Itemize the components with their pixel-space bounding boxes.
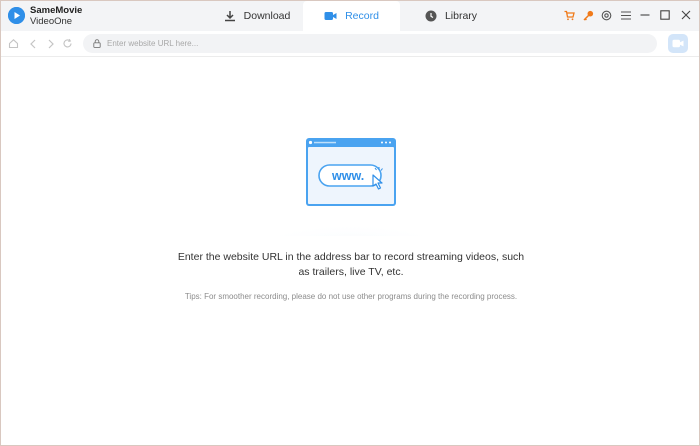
clock-icon — [425, 10, 437, 22]
app-logo-icon — [8, 7, 25, 24]
key-icon[interactable] — [581, 8, 595, 22]
app-name: SameMovie VideoOne — [30, 5, 82, 27]
record-illustration: www. — [251, 131, 451, 259]
app-name-subtitle: VideoOne — [30, 16, 73, 27]
tab-library[interactable]: Library — [411, 1, 491, 31]
tips-text: Tips: For smoother recording, please do … — [184, 292, 518, 301]
download-icon — [224, 10, 236, 22]
url-input[interactable] — [107, 39, 607, 48]
url-bar[interactable] — [83, 34, 657, 53]
lock-icon — [93, 39, 101, 48]
tab-record-label: Record — [345, 10, 379, 22]
minimize-icon[interactable] — [638, 8, 652, 22]
browser-toolbar — [1, 31, 699, 57]
menu-icon[interactable] — [619, 8, 633, 22]
app-name-title: SameMovie — [30, 5, 83, 16]
tab-download[interactable]: Download — [211, 1, 303, 31]
forward-icon[interactable] — [44, 37, 57, 50]
close-icon[interactable] — [679, 8, 693, 22]
illustration-www-text: www. — [331, 169, 364, 183]
tab-record[interactable]: Record — [303, 1, 400, 31]
maximize-icon[interactable] — [658, 8, 672, 22]
refresh-icon[interactable] — [61, 37, 74, 50]
record-button[interactable] — [668, 34, 688, 53]
settings-icon[interactable] — [599, 8, 613, 22]
back-icon[interactable] — [26, 37, 39, 50]
cart-icon[interactable] — [562, 8, 576, 22]
home-icon[interactable] — [7, 37, 20, 50]
instruction-message: Enter the website URL in the address bar… — [177, 251, 525, 278]
record-icon — [324, 11, 337, 21]
app-window: SameMovie VideoOne Download Record Libra… — [0, 0, 700, 446]
title-bar: SameMovie VideoOne Download Record Libra… — [1, 1, 699, 31]
tab-download-label: Download — [243, 10, 291, 22]
tab-library-label: Library — [444, 10, 478, 22]
